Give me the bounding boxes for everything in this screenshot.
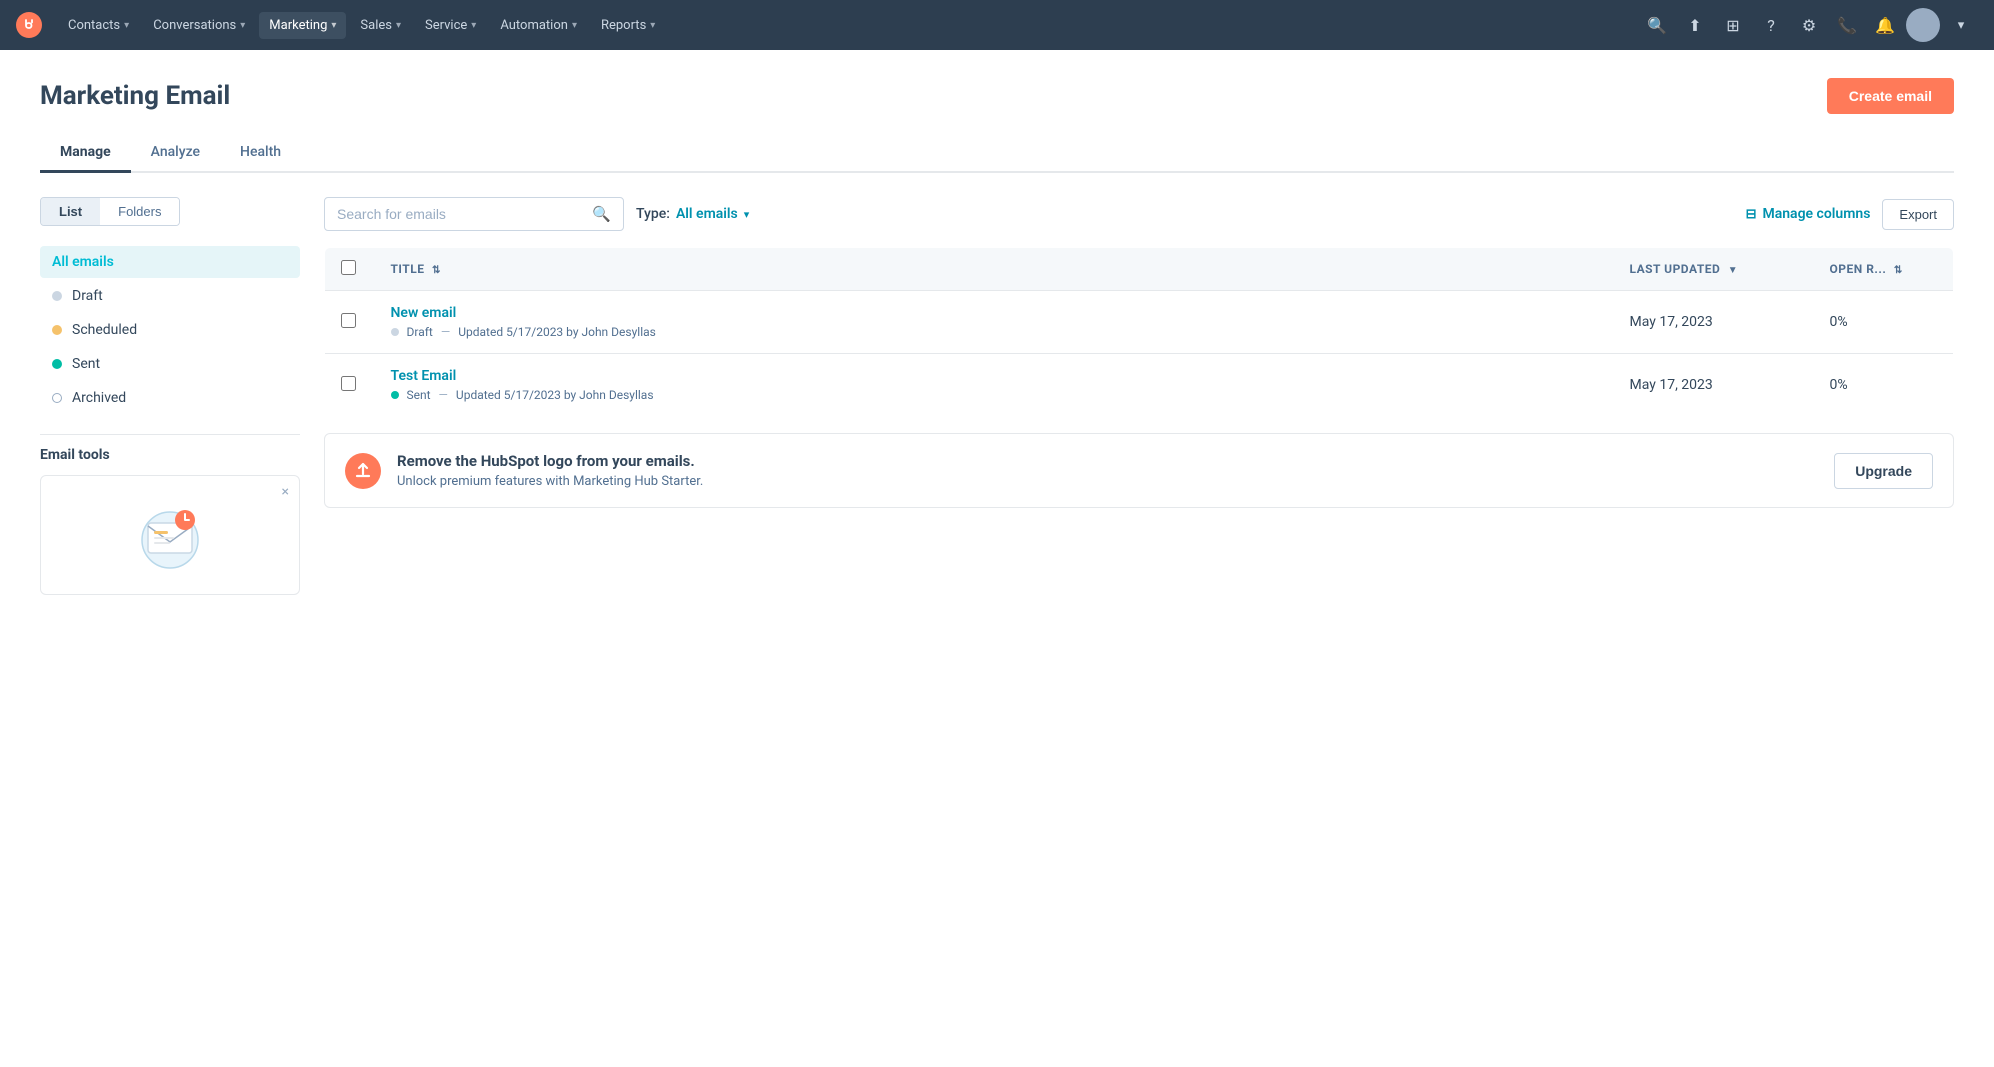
row-checkbox-cell bbox=[325, 291, 375, 354]
page-title: Marketing Email bbox=[40, 81, 230, 111]
search-icon[interactable]: 🔍 bbox=[1640, 8, 1674, 42]
settings-icon[interactable]: ⚙ bbox=[1792, 8, 1826, 42]
row-2-status: Sent bbox=[407, 388, 431, 402]
folders-view-button[interactable]: Folders bbox=[100, 198, 179, 225]
nav-conversations[interactable]: Conversations▾ bbox=[143, 12, 255, 39]
tab-health[interactable]: Health bbox=[220, 134, 301, 173]
upgrade-title: Remove the HubSpot logo from your emails… bbox=[397, 452, 1818, 470]
help-icon[interactable]: ? bbox=[1754, 8, 1788, 42]
row-1-checkbox[interactable] bbox=[341, 313, 356, 328]
nav-service[interactable]: Service▾ bbox=[415, 12, 486, 39]
list-view-button[interactable]: List bbox=[41, 198, 100, 225]
email-table: TITLE ⇅ LAST UPDATED ▼ OPEN R... ⇅ bbox=[324, 247, 1954, 417]
row-1-open-rate: 0% bbox=[1814, 291, 1954, 354]
sidebar-divider bbox=[40, 434, 300, 435]
row-2-last-updated: May 17, 2023 bbox=[1614, 354, 1814, 417]
row-1-meta: Draft — Updated 5/17/2023 by John Desyll… bbox=[391, 325, 1598, 339]
sent-status-dot bbox=[52, 359, 62, 369]
sidebar: List Folders All emails Draft Scheduled … bbox=[40, 197, 300, 595]
sidebar-item-sent[interactable]: Sent bbox=[40, 348, 300, 380]
upgrade-icon bbox=[345, 453, 381, 489]
upgrade-subtitle: Unlock premium features with Marketing H… bbox=[397, 474, 1818, 489]
row-2-checkbox[interactable] bbox=[341, 376, 356, 391]
email-tools-card: × bbox=[40, 475, 300, 595]
row-checkbox-cell bbox=[325, 354, 375, 417]
type-label: Type: bbox=[636, 206, 670, 222]
row-2-meta: Sent — Updated 5/17/2023 by John Desylla… bbox=[391, 388, 1598, 402]
nav-marketing[interactable]: Marketing▾ bbox=[259, 12, 346, 39]
expand-icon[interactable]: ▾ bbox=[1944, 8, 1978, 42]
page-header: Marketing Email Create email bbox=[40, 78, 1954, 114]
row-1-meta-text: Updated 5/17/2023 by John Desyllas bbox=[458, 325, 656, 339]
row-2-open-rate: 0% bbox=[1814, 354, 1954, 417]
table-body: New email Draft — Updated 5/17/2023 by J… bbox=[325, 291, 1954, 417]
type-dropdown-chevron[interactable]: ▾ bbox=[744, 208, 750, 221]
title-column-header[interactable]: TITLE ⇅ bbox=[375, 248, 1614, 291]
row-2-title-link[interactable]: Test Email bbox=[391, 368, 1598, 384]
title-sort-icon: ⇅ bbox=[432, 265, 441, 276]
toolbar: 🔍 Type: All emails ▾ ⊟ Manage columns Ex… bbox=[324, 197, 1954, 231]
sidebar-item-archived[interactable]: Archived bbox=[40, 382, 300, 414]
nav-reports[interactable]: Reports▾ bbox=[591, 12, 665, 39]
columns-icon: ⊟ bbox=[1746, 207, 1757, 222]
last-updated-column-header[interactable]: LAST UPDATED ▼ bbox=[1614, 248, 1814, 291]
last-updated-sort-icon: ▼ bbox=[1728, 265, 1738, 276]
tab-analyze[interactable]: Analyze bbox=[131, 134, 220, 173]
row-2-title-cell: Test Email Sent — Updated 5/17/2023 by J… bbox=[375, 354, 1614, 417]
table-header: TITLE ⇅ LAST UPDATED ▼ OPEN R... ⇅ bbox=[325, 248, 1954, 291]
row-2-meta-text: Updated 5/17/2023 by John Desyllas bbox=[456, 388, 654, 402]
manage-columns-button[interactable]: ⊟ Manage columns bbox=[1746, 206, 1871, 222]
toolbar-right: ⊟ Manage columns Export bbox=[1746, 199, 1954, 230]
upgrade-button[interactable]: Upgrade bbox=[1834, 453, 1933, 489]
nav-icon-group: 🔍 ⬆ ⊞ ? ⚙ 📞 🔔 ▾ bbox=[1640, 8, 1978, 42]
type-filter: Type: All emails ▾ bbox=[636, 206, 749, 222]
view-toggle: List Folders bbox=[40, 197, 180, 226]
content-area: List Folders All emails Draft Scheduled … bbox=[40, 197, 1954, 595]
main-tabs: Manage Analyze Health bbox=[40, 134, 1954, 173]
upgrade-text: Remove the HubSpot logo from your emails… bbox=[397, 452, 1818, 489]
main-content: 🔍 Type: All emails ▾ ⊟ Manage columns Ex… bbox=[324, 197, 1954, 595]
nav-sales[interactable]: Sales▾ bbox=[350, 12, 411, 39]
open-rate-sort-icon: ⇅ bbox=[1894, 265, 1903, 276]
select-all-checkbox[interactable] bbox=[341, 260, 356, 275]
scheduled-status-dot bbox=[52, 325, 62, 335]
page-wrapper: Marketing Email Create email Manage Anal… bbox=[0, 50, 1994, 1067]
user-avatar[interactable] bbox=[1906, 8, 1940, 42]
type-value-selector[interactable]: All emails bbox=[676, 206, 738, 222]
row-1-status-dot bbox=[391, 328, 399, 336]
upload-icon[interactable]: ⬆ bbox=[1678, 8, 1712, 42]
table-row: Test Email Sent — Updated 5/17/2023 by J… bbox=[325, 354, 1954, 417]
marketplace-icon[interactable]: ⊞ bbox=[1716, 8, 1750, 42]
sidebar-item-draft[interactable]: Draft bbox=[40, 280, 300, 312]
row-2-status-dot bbox=[391, 391, 399, 399]
row-1-title-link[interactable]: New email bbox=[391, 305, 1598, 321]
export-button[interactable]: Export bbox=[1882, 199, 1954, 230]
upgrade-banner: Remove the HubSpot logo from your emails… bbox=[324, 433, 1954, 508]
sidebar-item-scheduled[interactable]: Scheduled bbox=[40, 314, 300, 346]
email-tools-illustration bbox=[130, 495, 210, 575]
archived-status-dot bbox=[52, 393, 62, 403]
sidebar-item-all-emails[interactable]: All emails bbox=[40, 246, 300, 278]
table-row: New email Draft — Updated 5/17/2023 by J… bbox=[325, 291, 1954, 354]
search-box[interactable]: 🔍 bbox=[324, 197, 624, 231]
top-navigation: Contacts▾ Conversations▾ Marketing▾ Sale… bbox=[0, 0, 1994, 50]
row-1-status: Draft bbox=[407, 325, 433, 339]
nav-contacts[interactable]: Contacts▾ bbox=[58, 12, 139, 39]
create-email-button[interactable]: Create email bbox=[1827, 78, 1954, 114]
open-rate-column-header[interactable]: OPEN R... ⇅ bbox=[1814, 248, 1954, 291]
row-1-title-cell: New email Draft — Updated 5/17/2023 by J… bbox=[375, 291, 1614, 354]
sidebar-nav: All emails Draft Scheduled Sent Archived bbox=[40, 246, 300, 414]
hubspot-logo[interactable] bbox=[16, 12, 42, 38]
notifications-icon[interactable]: 🔔 bbox=[1868, 8, 1902, 42]
select-all-header bbox=[325, 248, 375, 291]
search-icon: 🔍 bbox=[592, 205, 611, 223]
row-1-last-updated: May 17, 2023 bbox=[1614, 291, 1814, 354]
tools-close-button[interactable]: × bbox=[282, 484, 289, 500]
draft-status-dot bbox=[52, 291, 62, 301]
email-tools-title: Email tools bbox=[40, 447, 300, 463]
nav-automation[interactable]: Automation▾ bbox=[490, 12, 587, 39]
phone-icon[interactable]: 📞 bbox=[1830, 8, 1864, 42]
tab-manage[interactable]: Manage bbox=[40, 134, 131, 173]
search-input[interactable] bbox=[337, 206, 584, 222]
